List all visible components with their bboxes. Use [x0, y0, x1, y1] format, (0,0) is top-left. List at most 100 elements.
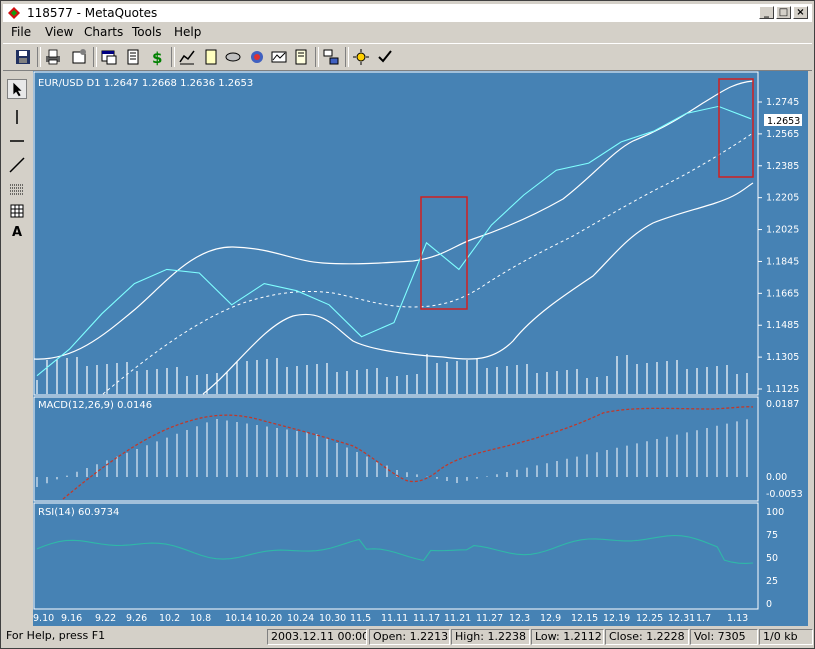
zoom-icon[interactable]	[247, 47, 267, 67]
date-tick-label: 11.17	[413, 613, 440, 624]
list-icon[interactable]	[291, 47, 311, 67]
price-tick-label: 1.2745	[766, 97, 799, 108]
app-icon	[8, 7, 20, 19]
macd-tick-label: -0.0053	[766, 489, 803, 500]
status-high: High: 1.2238	[451, 629, 530, 645]
date-tick-label: 12.15	[571, 613, 598, 624]
bar-chart-icon[interactable]	[201, 47, 221, 67]
status-traffic: 1/0 kb	[759, 629, 813, 645]
dollar-icon[interactable]: $	[147, 47, 167, 67]
date-tick-label: 1.13	[727, 613, 748, 624]
price-axis: 1.2745 1.2565 1.2385 1.2205 1.2025 1.1845 1.16…	[758, 97, 799, 395]
price-tick-label: 1.2565	[766, 129, 799, 140]
main-window: 118577 - MetaQuotes _ □ × File View Charts…	[0, 0, 815, 649]
rsi-tick-label: 75	[766, 530, 778, 541]
price-panel	[33, 71, 759, 396]
save-icon[interactable]	[13, 47, 33, 67]
script-icon[interactable]	[375, 47, 395, 67]
status-time: 2003.12.11 00:00	[267, 629, 367, 645]
menu-tools[interactable]: Tools	[132, 25, 162, 39]
date-tick-label: 10.8	[190, 613, 211, 624]
horizontal-line-icon[interactable]	[7, 131, 27, 151]
date-tick-label: 9.10	[33, 613, 54, 624]
template-icon[interactable]	[269, 47, 289, 67]
channel-icon[interactable]	[7, 179, 27, 199]
rsi-line	[36, 534, 754, 564]
title-bar: 118577 - MetaQuotes _ □ ×	[3, 4, 812, 22]
price-tick-label: 1.2205	[766, 193, 799, 204]
date-tick-label: 11.21	[444, 613, 471, 624]
price-tick-label: 1.1485	[766, 320, 799, 331]
date-tick-label: 12.25	[636, 613, 663, 624]
trend-line-icon[interactable]	[7, 155, 27, 175]
main-chart-info: EUR/USD D1 1.2647 1.2668 1.2636 1.2653	[38, 78, 253, 89]
maximize-button[interactable]: □	[776, 6, 791, 19]
toolbar-separator	[315, 47, 319, 67]
toolbar-separator	[345, 47, 349, 67]
date-tick-label: 11.5	[350, 613, 371, 624]
bollinger-middle-band	[102, 132, 754, 395]
rsi-info: RSI(14) 60.9734	[38, 507, 119, 518]
chart-window[interactable]: EUR/USD D1 1.2647 1.2668 1.2636 1.2653 M…	[33, 71, 808, 626]
macd-panel	[33, 396, 759, 502]
vertical-line-icon[interactable]	[7, 107, 27, 127]
minimize-button[interactable]: _	[759, 6, 774, 19]
date-tick-label: 11.27	[476, 613, 503, 624]
status-help: For Help, press F1	[6, 629, 106, 642]
macd-tick-label: 0.0187	[766, 399, 799, 410]
rsi-panel	[33, 502, 759, 610]
menu-bar: File View Charts Tools Help	[3, 23, 812, 41]
date-tick-label: 12.31	[668, 613, 695, 624]
new-window-icon[interactable]	[99, 47, 119, 67]
price-tick-label: 1.1845	[766, 256, 799, 267]
copy-icon[interactable]	[123, 47, 143, 67]
price-tick-label: 1.2025	[766, 225, 799, 236]
date-tick-label: 9.16	[61, 613, 82, 624]
rsi-tick-label: 0	[766, 599, 772, 610]
menu-file[interactable]: File	[11, 25, 31, 39]
menu-charts[interactable]: Charts	[84, 25, 123, 39]
grid-icon[interactable]	[7, 201, 27, 221]
rsi-tick-label: 100	[766, 507, 784, 518]
macd-histogram	[36, 419, 748, 487]
date-tick-label: 10.14	[225, 613, 252, 624]
price-line	[36, 105, 752, 377]
price-tick-label: 1.2385	[766, 161, 799, 172]
date-tick-label: 9.26	[126, 613, 147, 624]
date-tick-label: 1.7	[696, 613, 711, 624]
menu-view[interactable]: View	[45, 25, 73, 39]
macd-info: MACD(12,26,9) 0.0146	[38, 400, 152, 411]
date-tick-label: 10.2	[159, 613, 180, 624]
rsi-tick-label: 50	[766, 553, 778, 564]
price-tick-label: 1.1305	[766, 352, 799, 363]
price-tick-label: 1.1665	[766, 288, 799, 299]
time-axis: 9.10 9.16 9.22 9.26 10.2 10.8 10.14 10.20 10.24 1…	[33, 613, 748, 624]
line-chart-icon[interactable]	[177, 47, 197, 67]
menu-help[interactable]: Help	[174, 25, 201, 39]
chart-canvas[interactable]: EUR/USD D1 1.2647 1.2668 1.2636 1.2653 M…	[33, 71, 808, 626]
toolbar-separator	[171, 47, 175, 67]
candle-chart-icon[interactable]	[223, 47, 243, 67]
expert-icon[interactable]	[351, 47, 371, 67]
print-icon[interactable]	[43, 47, 63, 67]
date-tick-label: 10.30	[319, 613, 346, 624]
window-title: 118577 - MetaQuotes	[27, 6, 158, 20]
rsi-axis: 100 75 50 25 0	[766, 507, 784, 610]
indicators-icon[interactable]	[321, 47, 341, 67]
date-tick-label: 12.9	[540, 613, 561, 624]
svg-text:$: $	[152, 49, 162, 67]
date-tick-label: 12.3	[509, 613, 530, 624]
toolbar: $	[3, 43, 812, 71]
date-tick-label: 9.22	[95, 613, 116, 624]
drawing-toolbar: A	[5, 73, 29, 623]
date-tick-label: 12.19	[603, 613, 630, 624]
properties-icon[interactable]	[69, 47, 89, 67]
status-open: Open: 1.2213	[369, 629, 450, 645]
rsi-tick-label: 25	[766, 576, 778, 587]
cursor-icon[interactable]	[7, 79, 27, 99]
status-bar: For Help, press F1 2003.12.11 00:00 Open…	[1, 627, 814, 647]
close-button[interactable]: ×	[793, 6, 808, 19]
text-tool-icon[interactable]: A	[7, 223, 27, 243]
status-close: Close: 1.2228	[605, 629, 689, 645]
toolbar-separator	[93, 47, 97, 67]
